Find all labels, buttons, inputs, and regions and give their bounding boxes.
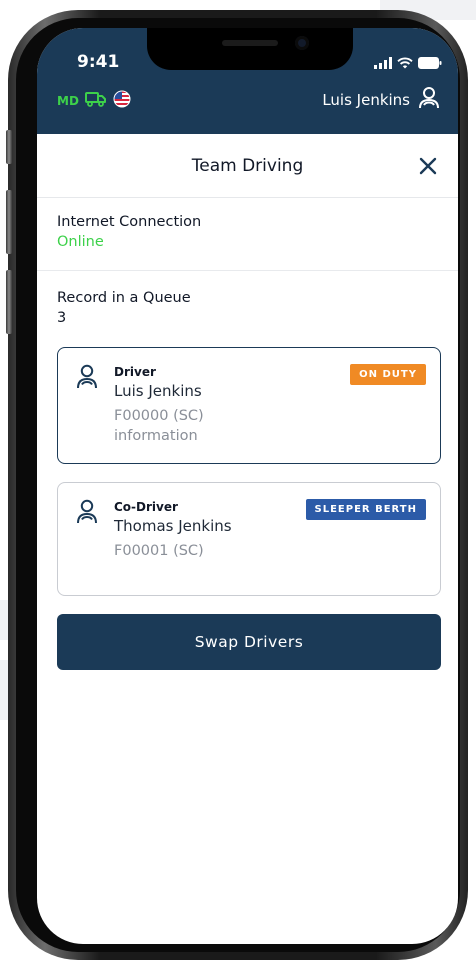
user-name-label: Luis Jenkins [322,91,410,109]
driver-card[interactable]: Driver Luis Jenkins F00000 (SC) informat… [57,347,441,464]
truck-icon[interactable] [84,91,107,111]
driver-role: Driver [114,365,156,379]
volume-up-button [6,190,12,254]
us-flag-icon[interactable] [113,90,131,112]
driver-extra: information [114,428,198,444]
app-header: 9:41 MD Luis Jenkins [37,28,458,134]
front-camera [295,36,309,50]
driver-name: Luis Jenkins [114,382,202,400]
status-time: 9:41 [77,52,120,72]
mute-switch [6,130,12,164]
queue-label: Record in a Queue [57,290,191,306]
phone-screen: 9:41 MD Luis Jenkins Team Driving Intern… [37,28,458,944]
queue-count: 3 [57,310,67,326]
notch [147,28,353,70]
internet-status: Online [57,234,104,250]
person-icon [76,499,98,529]
swap-drivers-button[interactable]: Swap Drivers [57,614,441,670]
internet-connection-label: Internet Connection [57,214,202,230]
queue-section: Record in a Queue 3 [57,290,438,326]
driver-id: F00000 (SC) [114,408,204,424]
user-menu[interactable]: Luis Jenkins [322,86,440,114]
title-bar: Team Driving [37,134,458,198]
divider [37,270,458,271]
wifi-icon [397,54,413,73]
status-badge: ON DUTY [350,364,426,385]
signal-icon [374,54,392,73]
app-bar-left: MD [57,90,131,112]
volume-down-button [6,270,12,334]
status-icons [374,54,442,73]
battery-icon [418,54,442,73]
page-title: Team Driving [191,156,304,176]
person-icon [418,86,440,114]
co-driver-role: Co-Driver [114,500,178,514]
status-badge: SLEEPER BERTH [305,499,426,520]
co-driver-card[interactable]: Co-Driver Thomas Jenkins F00001 (SC) SLE… [57,482,441,596]
state-code: MD [57,94,79,108]
speaker [222,40,278,46]
co-driver-id: F00001 (SC) [114,543,204,559]
co-driver-name: Thomas Jenkins [114,517,232,535]
close-button[interactable] [416,154,440,178]
internet-connection-section: Internet Connection Online [57,214,438,250]
close-icon [419,157,437,175]
person-icon [76,364,98,394]
